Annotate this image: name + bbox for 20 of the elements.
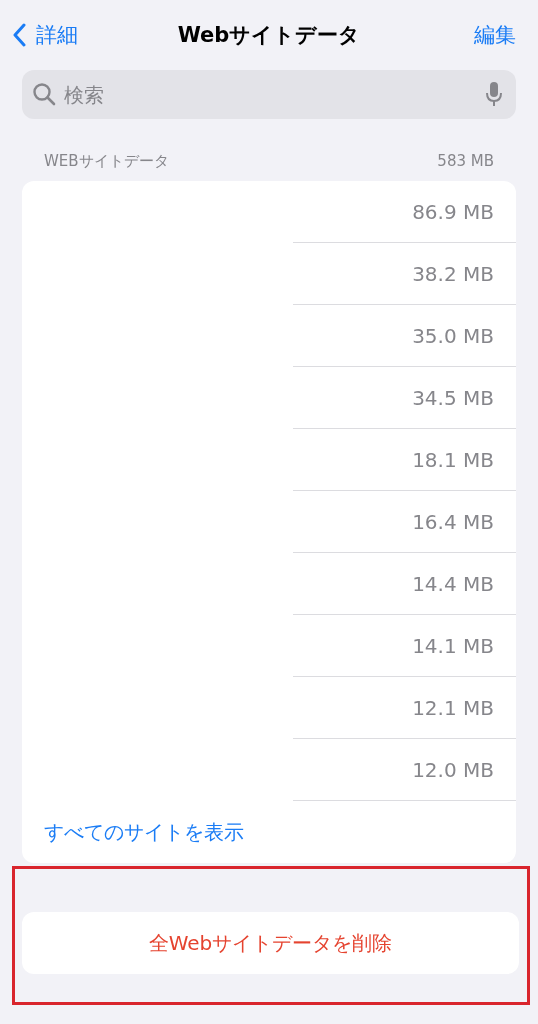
back-button[interactable]: 詳細 — [12, 21, 78, 49]
search-field[interactable]: 検索 — [22, 70, 516, 119]
data-size: 12.0 MB — [412, 757, 494, 782]
delete-all-button[interactable]: 全Webサイトデータを削除 — [22, 912, 519, 974]
microphone-icon[interactable] — [486, 81, 502, 107]
data-size: 38.2 MB — [412, 261, 494, 286]
data-size: 35.0 MB — [412, 323, 494, 348]
data-size: 12.1 MB — [412, 695, 494, 720]
total-size: 583 MB — [437, 152, 494, 171]
data-size: 18.1 MB — [412, 447, 494, 472]
data-size: 34.5 MB — [412, 385, 494, 410]
back-chevron-icon — [12, 23, 26, 47]
data-size: 14.1 MB — [412, 633, 494, 658]
data-size: 86.9 MB — [412, 199, 494, 224]
data-size: 14.4 MB — [412, 571, 494, 596]
screen-title: Webサイトデータ — [177, 22, 361, 49]
edit-button[interactable]: 編集 — [474, 21, 516, 49]
show-all-sites-link[interactable]: すべてのサイトを表示 — [22, 801, 244, 863]
data-size: 16.4 MB — [412, 509, 494, 534]
section-header: WEBサイトデータ — [44, 152, 169, 171]
